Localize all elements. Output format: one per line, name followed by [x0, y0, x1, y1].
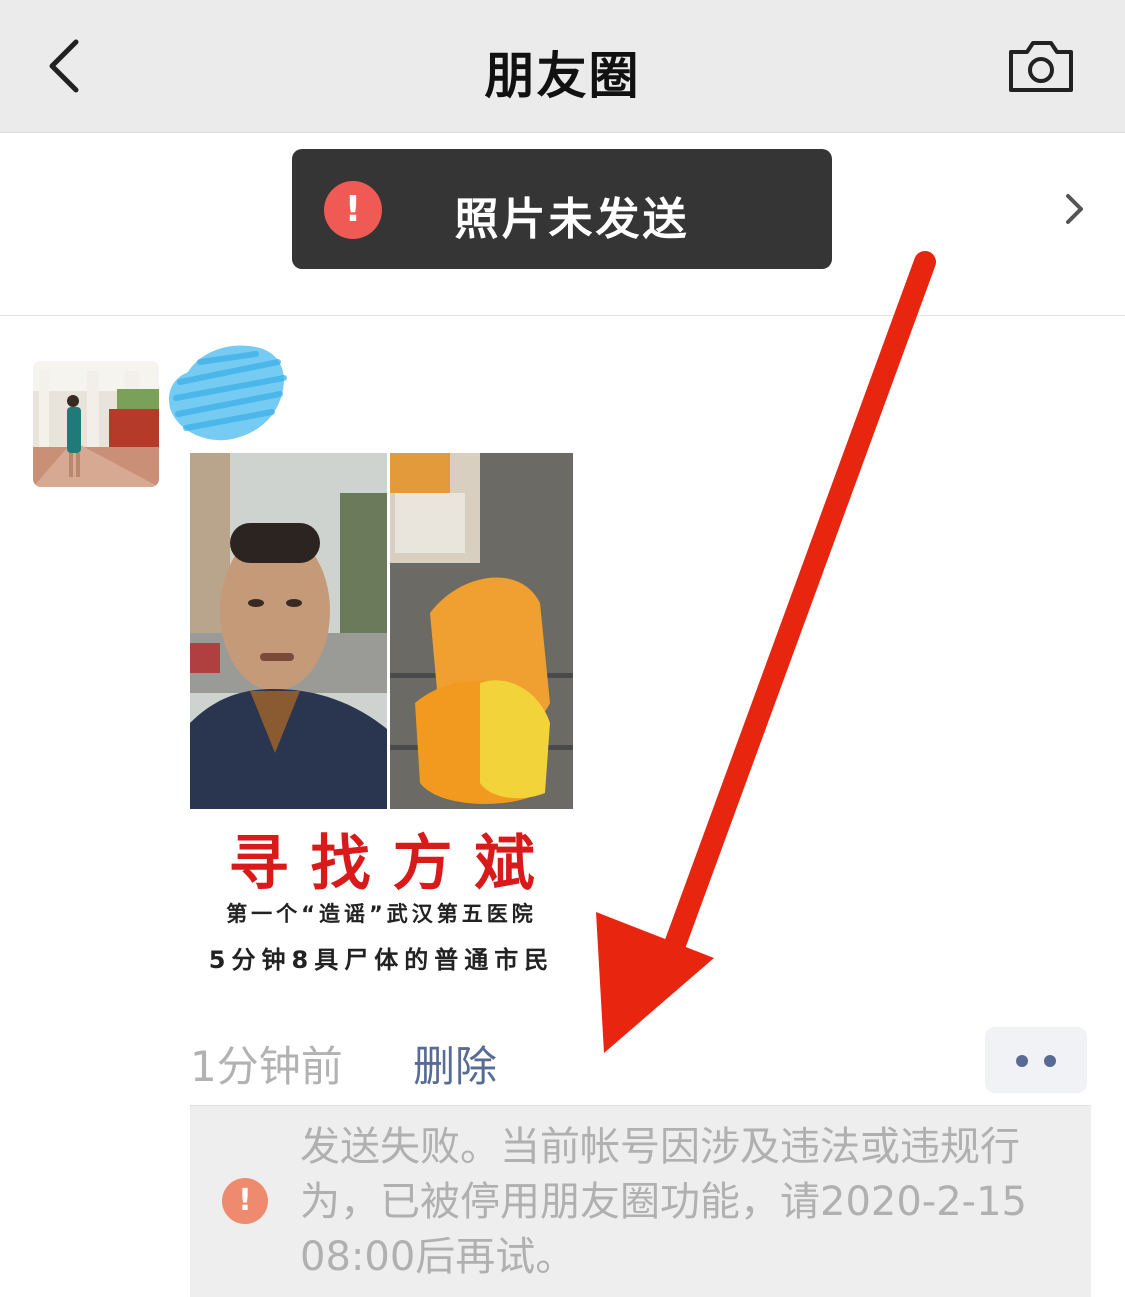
post-timestamp: 1分钟前	[190, 1042, 343, 1091]
send-failed-notice: ! 发送失败。当前帐号因涉及违法或违规行为，已被停用朋友圈功能，请2020-2-…	[190, 1105, 1091, 1297]
redacted-username[interactable]	[160, 332, 295, 447]
unsent-photo-banner[interactable]: ! 照片未发送	[292, 149, 1083, 269]
poster-title: 寻找方斌	[228, 829, 557, 899]
exclamation-icon: !	[324, 181, 382, 239]
delete-button[interactable]: 删除	[413, 1033, 497, 1094]
avatar[interactable]	[33, 361, 159, 487]
exclamation-icon: !	[222, 1178, 268, 1224]
camera-button[interactable]	[1005, 38, 1077, 96]
avatar-photo	[33, 361, 159, 487]
camera-icon	[1009, 41, 1073, 92]
banner-text: 照片未发送	[454, 194, 690, 245]
divider	[0, 315, 1125, 316]
poster-subtitle: 第一个“造谣”武汉第五医院	[226, 902, 537, 926]
chevron-right-icon	[1066, 194, 1083, 224]
page-title: 朋友圈	[484, 47, 641, 105]
error-message: 发送失败。当前帐号因涉及违法或违规行为，已被停用朋友圈功能，请2020-2-15…	[300, 1124, 1028, 1280]
poster-caption: 5分钟8具尸体的普通市民	[208, 946, 555, 974]
post-image[interactable]: 寻找方斌 第一个“造谣”武汉第五医院 5分钟8具尸体的普通市民	[190, 453, 573, 990]
more-actions-button[interactable]	[985, 1027, 1087, 1093]
poster-photos	[190, 453, 573, 809]
navbar: 朋友圈	[0, 0, 1125, 133]
